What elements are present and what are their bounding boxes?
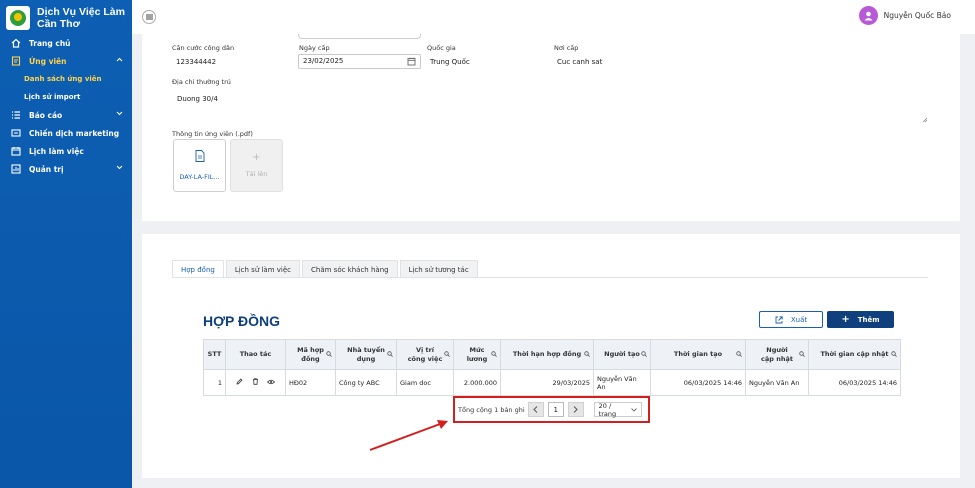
annotation-arrow-icon (369, 420, 448, 451)
